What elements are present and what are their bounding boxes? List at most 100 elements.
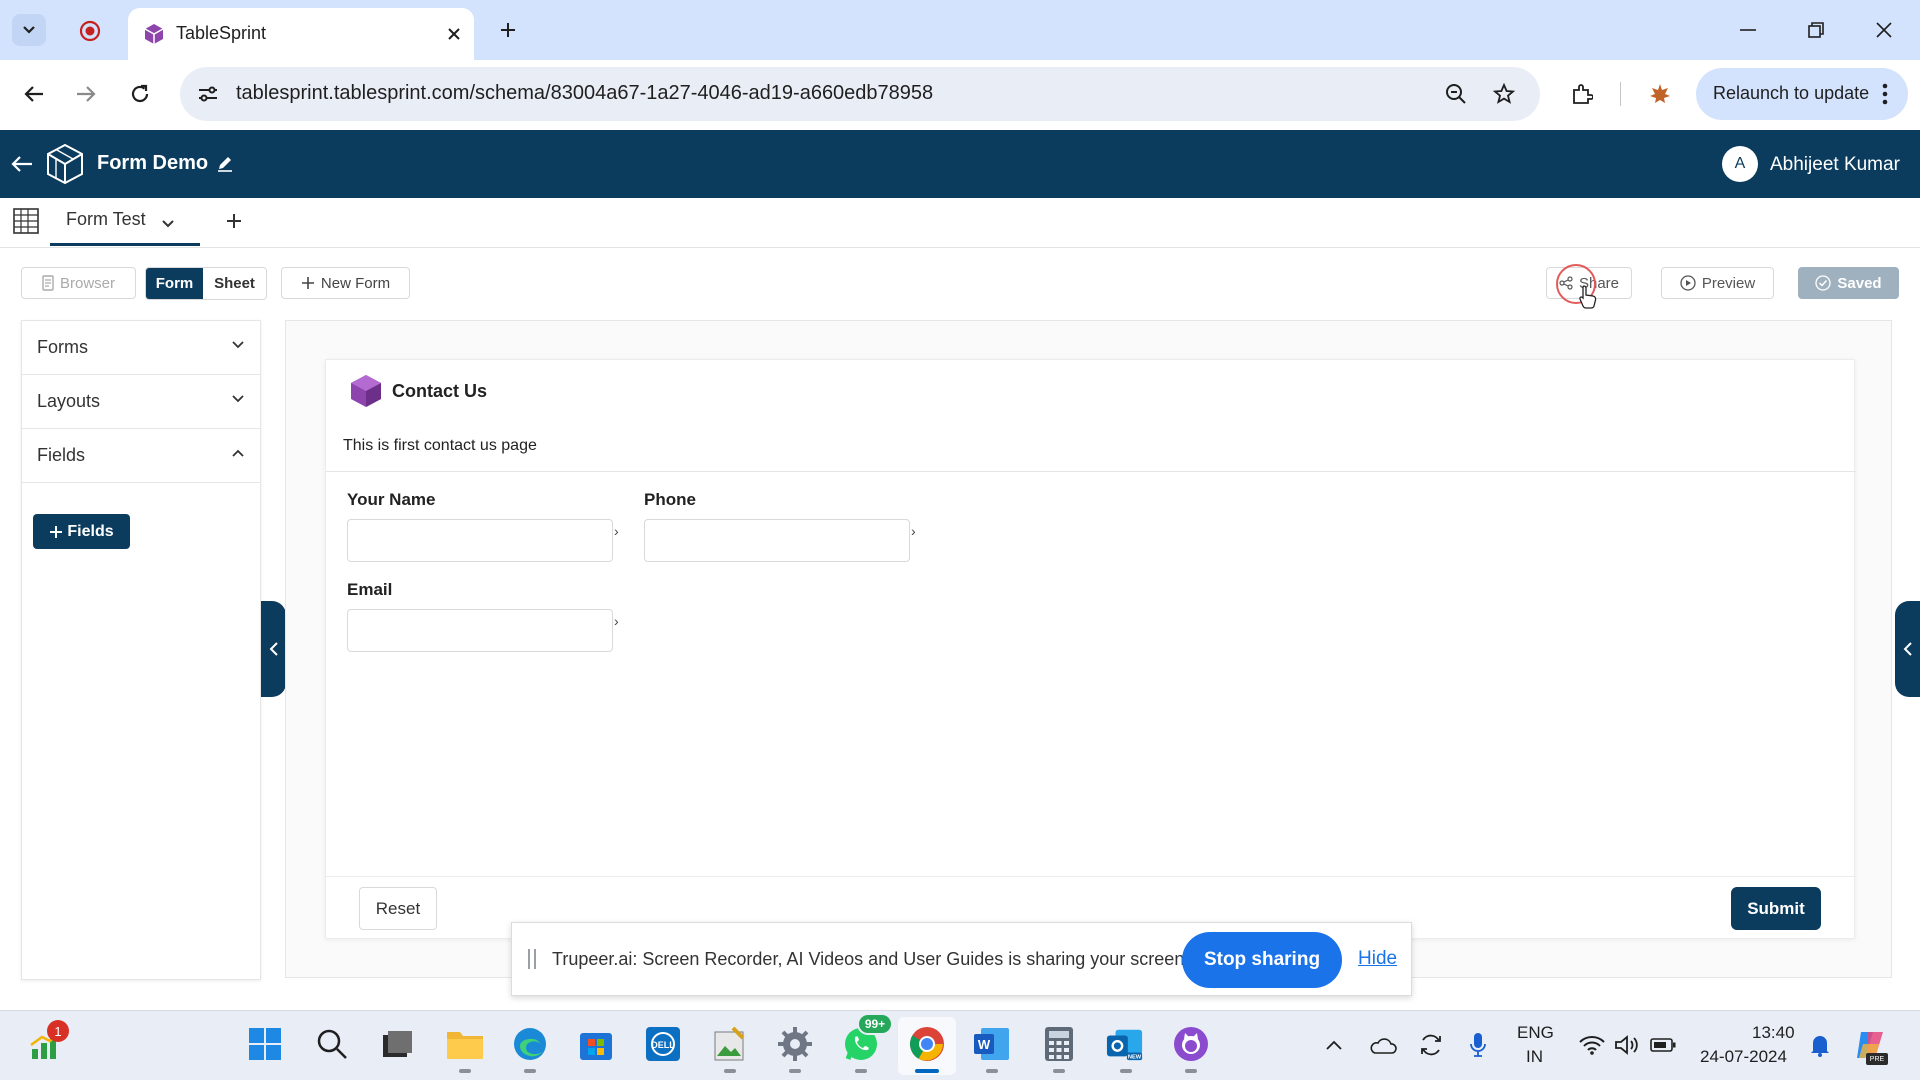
sheet-toggle-label: Sheet xyxy=(214,275,255,292)
github-desktop-icon[interactable] xyxy=(1172,1025,1210,1063)
form-toggle-button[interactable]: Form xyxy=(146,268,203,299)
grid-view-icon[interactable] xyxy=(13,208,39,239)
search-icon[interactable] xyxy=(313,1025,351,1063)
windows-start-icon[interactable] xyxy=(246,1025,284,1063)
microsoft-store-icon[interactable] xyxy=(577,1025,615,1063)
volume-icon[interactable] xyxy=(1612,1031,1642,1059)
field-label-your-name: Your Name xyxy=(347,490,436,509)
extensions-icon[interactable] xyxy=(1566,78,1598,110)
address-bar[interactable]: tablesprint.tablesprint.com/schema/83004… xyxy=(180,67,1540,121)
battery-icon[interactable] xyxy=(1648,1031,1678,1059)
bookmark-star-icon[interactable] xyxy=(1490,80,1518,108)
svg-text:NEW: NEW xyxy=(1128,1055,1142,1061)
extension-maple-icon[interactable] xyxy=(1644,78,1676,110)
new-form-button[interactable]: New Form xyxy=(281,267,410,299)
chevron-left-icon xyxy=(1903,642,1912,656)
running-indicator xyxy=(1120,1069,1132,1073)
tab-search-button[interactable] xyxy=(12,14,46,46)
dell-app-icon[interactable]: DELL xyxy=(644,1025,682,1063)
edit-pencil-icon[interactable] xyxy=(216,154,234,177)
clock-time[interactable]: 13:40 xyxy=(1752,1023,1795,1043)
recording-icon[interactable] xyxy=(76,17,104,45)
running-indicator xyxy=(724,1069,736,1073)
back-icon[interactable] xyxy=(18,78,50,110)
submit-button[interactable]: Submit xyxy=(1731,887,1821,930)
user-name[interactable]: Abhijeet Kumar xyxy=(1770,154,1900,176)
svg-text:W: W xyxy=(978,1037,991,1052)
browser-mode-label: Browser xyxy=(59,274,115,292)
browser-tab-active[interactable]: TableSprint xyxy=(128,8,474,60)
word-icon[interactable]: W xyxy=(973,1025,1011,1063)
notification-bell-icon[interactable] xyxy=(1806,1031,1834,1059)
stop-sharing-button[interactable]: Stop sharing xyxy=(1182,932,1342,988)
microphone-icon[interactable] xyxy=(1464,1031,1492,1059)
restore-icon[interactable] xyxy=(1798,16,1834,44)
input-language[interactable]: ENG xyxy=(1517,1023,1554,1043)
sidebar-item-label: Layouts xyxy=(37,391,101,411)
sidebar-item-forms[interactable]: Forms xyxy=(22,321,260,375)
user-avatar[interactable]: A xyxy=(1722,146,1758,182)
chevron-down-icon[interactable] xyxy=(162,215,174,233)
task-view-icon[interactable] xyxy=(378,1025,416,1063)
close-window-icon[interactable] xyxy=(1866,16,1902,44)
image-editor-app-icon[interactable] xyxy=(711,1025,749,1063)
left-panel-collapse-handle[interactable] xyxy=(261,601,286,697)
svg-text:DELL: DELL xyxy=(651,1040,675,1050)
chrome-icon[interactable] xyxy=(908,1025,946,1063)
chevron-down-icon xyxy=(232,336,244,352)
preview-button[interactable]: Preview xyxy=(1661,267,1774,299)
zoom-icon[interactable] xyxy=(1442,80,1470,108)
stop-sharing-label: Stop sharing xyxy=(1203,949,1321,970)
url-text: tablesprint.tablesprint.com/schema/83004… xyxy=(236,82,934,104)
site-settings-icon[interactable] xyxy=(194,80,222,108)
app-title: Form Demo xyxy=(97,152,209,174)
drag-handle-icon[interactable] xyxy=(527,949,537,974)
chevron-up-icon xyxy=(232,444,244,460)
reset-button[interactable]: Reset xyxy=(359,887,437,930)
plus-icon xyxy=(50,525,63,538)
tab-form-test[interactable]: Form Test xyxy=(50,198,200,246)
chevron-right-icon[interactable]: › xyxy=(614,613,619,629)
email-input[interactable] xyxy=(347,609,613,652)
relaunch-button[interactable]: Relaunch to update xyxy=(1696,68,1908,120)
running-indicator xyxy=(524,1069,536,1073)
back-arrow-icon[interactable] xyxy=(8,150,36,178)
sync-icon[interactable] xyxy=(1416,1031,1446,1059)
sidebar-item-fields[interactable]: Fields xyxy=(22,429,260,483)
new-tab-icon[interactable] xyxy=(494,16,522,44)
whatsapp-badge: 99+ xyxy=(857,1013,893,1035)
form-preview-card: Contact Us This is first contact us page… xyxy=(325,359,1856,939)
sheet-toggle-button[interactable]: Sheet xyxy=(203,268,266,299)
outlook-new-icon[interactable]: NEW xyxy=(1106,1025,1144,1063)
calculator-icon[interactable] xyxy=(1040,1025,1078,1063)
forward-icon[interactable] xyxy=(70,78,102,110)
settings-gear-icon[interactable] xyxy=(776,1025,814,1063)
toolbar-divider xyxy=(1620,82,1621,106)
sidebar-item-layouts[interactable]: Layouts xyxy=(22,375,260,429)
wifi-icon[interactable] xyxy=(1578,1031,1606,1059)
chevron-right-icon[interactable]: › xyxy=(614,523,619,539)
notification-count: 1 xyxy=(54,1023,62,1039)
schema-logo-icon xyxy=(45,143,85,190)
sidebar-item-label: Forms xyxy=(37,337,88,357)
reload-icon[interactable] xyxy=(124,78,156,110)
onedrive-icon[interactable] xyxy=(1368,1031,1398,1059)
hide-link[interactable]: Hide xyxy=(1358,948,1397,970)
input-region[interactable]: IN xyxy=(1526,1047,1543,1067)
phone-input[interactable] xyxy=(644,519,910,562)
add-tab-icon[interactable] xyxy=(225,212,243,235)
active-indicator xyxy=(915,1069,939,1073)
kebab-menu-icon[interactable] xyxy=(1882,83,1890,105)
edge-browser-icon[interactable] xyxy=(511,1025,549,1063)
browser-mode-button[interactable]: Browser xyxy=(21,267,136,299)
your-name-input[interactable] xyxy=(347,519,613,562)
clock-date[interactable]: 24-07-2024 xyxy=(1700,1047,1787,1067)
saved-button[interactable]: Saved xyxy=(1798,267,1899,299)
add-fields-button[interactable]: Fields xyxy=(33,514,130,549)
file-explorer-icon[interactable] xyxy=(446,1025,484,1063)
minimize-icon[interactable] xyxy=(1730,16,1766,44)
chevron-right-icon[interactable]: › xyxy=(911,523,916,539)
show-hidden-icons-icon[interactable] xyxy=(1322,1033,1346,1057)
close-tab-icon[interactable] xyxy=(442,22,466,46)
right-panel-expand-handle[interactable] xyxy=(1895,601,1920,697)
